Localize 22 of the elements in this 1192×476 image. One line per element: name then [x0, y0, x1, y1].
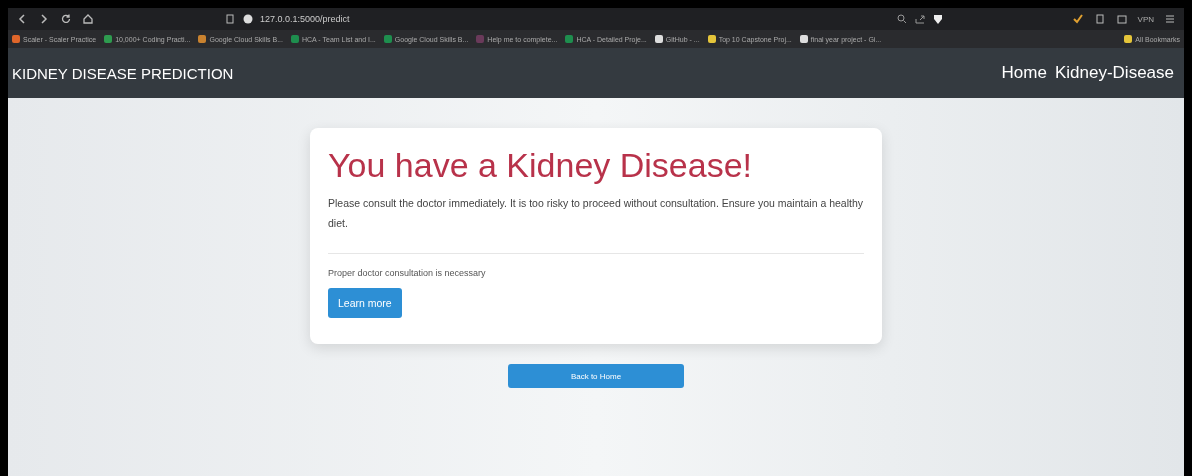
- page-icon[interactable]: [1093, 13, 1106, 25]
- result-note: Proper doctor consultation is necessary: [328, 268, 487, 278]
- nav-link[interactable]: Kidney-Disease: [1054, 63, 1174, 83]
- back-icon[interactable]: [16, 13, 28, 25]
- reload-icon[interactable]: [60, 13, 72, 25]
- site-info-icon[interactable]: [242, 13, 254, 25]
- nav-link[interactable]: Home: [1001, 63, 1047, 83]
- home-icon[interactable]: [82, 13, 94, 25]
- navbar-brand[interactable]: KIDNEY DISEASE PREDICTION: [12, 64, 234, 82]
- learn-more-button[interactable]: Learn more: [328, 288, 402, 318]
- forward-icon[interactable]: [38, 13, 50, 25]
- check-icon[interactable]: [1071, 13, 1084, 25]
- menu-icon[interactable]: [1164, 13, 1176, 25]
- share-icon[interactable]: [914, 13, 926, 25]
- shield-icon[interactable]: [932, 13, 944, 25]
- vpn-button[interactable]: VPN: [1137, 14, 1154, 24]
- address-field[interactable]: 127.0.0.1:5000/predict: [260, 14, 350, 24]
- back-button[interactable]: Back to Home: [508, 364, 684, 388]
- search-icon[interactable]: [896, 13, 908, 25]
- result-title: You have a Kidney Disease!: [328, 146, 754, 185]
- bookmark-icon[interactable]: [224, 13, 236, 25]
- result-message: Please consult the doctor immediately. It is too risky to proceed without consultation. Ensure you maintain a healthy diet.: [328, 196, 864, 231]
